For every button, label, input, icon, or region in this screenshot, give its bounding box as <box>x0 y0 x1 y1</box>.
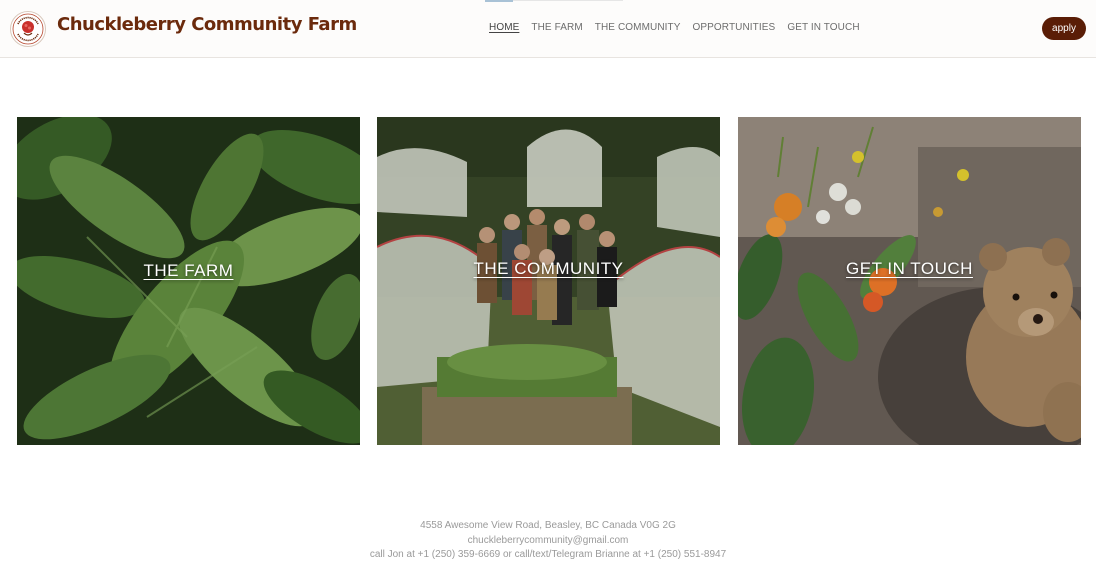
card-the-farm[interactable]: THE FARM <box>17 117 360 445</box>
nav-item-the-farm[interactable]: THE FARM <box>531 22 582 33</box>
nav-item-opportunities[interactable]: OPPORTUNITIES <box>693 22 776 33</box>
site-footer: 4558 Awesome View Road, Beasley, BC Cana… <box>0 519 1096 563</box>
card-get-in-touch[interactable]: GET IN TOUCH <box>738 117 1081 445</box>
site-title[interactable]: Chuckleberry Community Farm <box>57 14 357 35</box>
main-navigation: HOME THE FARM THE COMMUNITY OPPORTUNITIE… <box>489 22 872 33</box>
nav-item-home[interactable]: HOME <box>489 22 519 33</box>
scroll-track <box>513 0 623 1</box>
footer-email[interactable]: chuckleberrycommunity@gmail.com <box>0 534 1096 549</box>
footer-phone: call Jon at +1 (250) 359-6669 or call/te… <box>369 549 727 560</box>
apply-button[interactable]: apply <box>1042 17 1086 40</box>
card-label-the-community[interactable]: THE COMMUNITY <box>377 259 720 279</box>
nav-item-get-in-touch[interactable]: GET IN TOUCH <box>787 22 859 33</box>
card-label-the-farm[interactable]: THE FARM <box>17 261 360 281</box>
nav-item-the-community[interactable]: THE COMMUNITY <box>595 22 681 33</box>
card-label-get-in-touch[interactable]: GET IN TOUCH <box>738 259 1081 279</box>
farm-logo-icon[interactable] <box>10 11 46 47</box>
scroll-indicator <box>485 0 513 2</box>
footer-address: 4558 Awesome View Road, Beasley, BC Cana… <box>420 520 676 531</box>
garden-group-image <box>377 117 720 445</box>
card-the-community[interactable]: THE COMMUNITY <box>377 117 720 445</box>
basil-leaves-image <box>17 117 360 445</box>
teddy-bear-image <box>738 117 1081 445</box>
top-navigation-bar: Chuckleberry Community Farm HOME THE FAR… <box>0 0 1096 58</box>
